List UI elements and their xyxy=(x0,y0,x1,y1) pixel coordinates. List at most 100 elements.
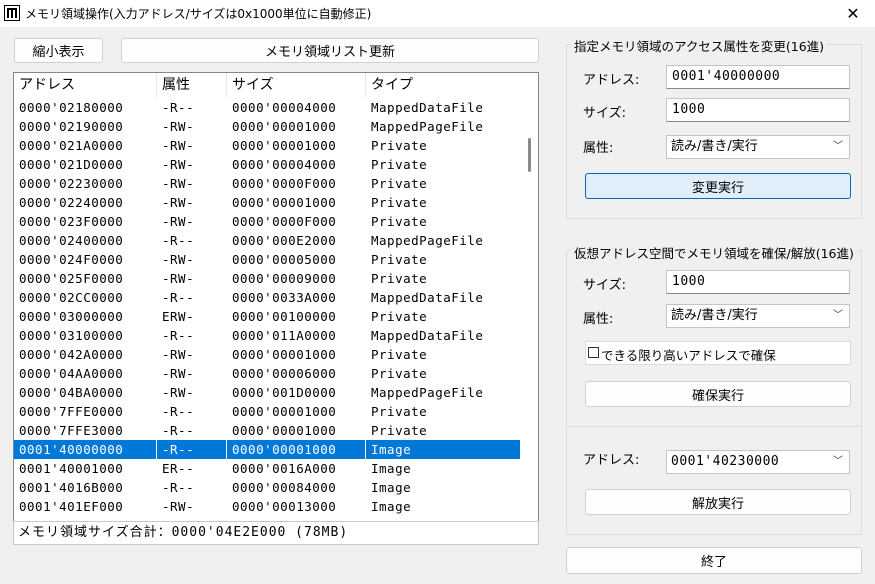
chevron-down-icon: ﹀ xyxy=(833,141,843,152)
memory-region-list[interactable]: アドレス 属性 サイズ タイプ 0000'02180000 -R-- 0000'00… xyxy=(13,72,539,536)
table-row[interactable]: 0000'02CC0000 -R-- 0000'0033A000 MappedData… xyxy=(14,288,520,307)
cell-attribute: -RW- xyxy=(162,214,195,229)
cell-type: Image xyxy=(371,461,412,476)
cell-size: 0000'00001000 xyxy=(232,423,337,438)
high-address-checkbox[interactable] xyxy=(588,347,599,358)
column-header-address[interactable]: アドレス xyxy=(14,73,157,97)
cell-address: 0001'40001000 xyxy=(19,461,124,476)
alloc-execute-button[interactable]: 確保実行 xyxy=(585,381,851,407)
cell-address: 0000'7FFE3000 xyxy=(19,423,124,438)
cell-size: 0000'011A0000 xyxy=(232,328,337,343)
cell-attribute: -RW- xyxy=(162,347,195,362)
cell-size: 0000'00001000 xyxy=(232,404,337,419)
cell-type: Private xyxy=(371,423,428,438)
cell-address: 0000'02400000 xyxy=(19,233,124,248)
cell-type: MappedDataFile xyxy=(371,100,484,115)
column-header-attribute[interactable]: 属性 xyxy=(157,73,227,97)
exit-button[interactable]: 終了 xyxy=(566,547,862,574)
cell-size: 0000'001D0000 xyxy=(232,385,337,400)
cell-address: 0000'02CC0000 xyxy=(19,290,124,305)
protect-execute-button[interactable]: 変更実行 xyxy=(585,173,851,199)
cell-size: 0000'0000F000 xyxy=(232,214,337,229)
cell-type: Image xyxy=(366,440,522,459)
cell-attribute: -RW- xyxy=(162,138,195,153)
cell-size: 0000'00084000 xyxy=(232,480,337,495)
free-address-select[interactable]: 0001'40230000 ﹀ xyxy=(666,450,850,474)
list-header: アドレス 属性 サイズ タイプ xyxy=(14,73,538,97)
title-bar: メモリ領域操作(入力アドレス/サイズは0x1000単位に自動修正) ✕ xyxy=(0,0,875,26)
cell-address: 0000'02180000 xyxy=(19,100,124,115)
cell-type: Private xyxy=(371,195,428,210)
cell-type: Private xyxy=(371,214,428,229)
cell-size: 0000'00005000 xyxy=(232,252,337,267)
table-row[interactable]: 0000'04BA0000 -RW- 0000'001D0000 MappedPage… xyxy=(14,383,520,402)
alloc-size-input[interactable]: 1000 xyxy=(666,270,850,294)
cell-type: MappedPageFile xyxy=(371,385,484,400)
table-row[interactable]: 0001'40000000 -R-- 0000'00001000 Image xyxy=(14,440,522,459)
table-row[interactable]: 0000'023F0000 -RW- 0000'0000F000 Private xyxy=(14,212,520,231)
high-address-option[interactable]: できる限り高いアドレスで確保 xyxy=(585,341,851,365)
cell-type: MappedPageFile xyxy=(371,233,484,248)
table-row[interactable]: 0000'7FFE0000 -R-- 0000'00001000 Private xyxy=(14,402,520,421)
cell-type: Image xyxy=(371,480,412,495)
cell-type: Image xyxy=(371,499,412,514)
cell-attribute: -RW- xyxy=(162,195,195,210)
table-row[interactable]: 0000'021D0000 -RW- 0000'00004000 Private xyxy=(14,155,520,174)
column-header-size[interactable]: サイズ xyxy=(227,73,366,97)
free-execute-button[interactable]: 解放実行 xyxy=(585,489,851,515)
window-title: メモリ領域操作(入力アドレス/サイズは0x1000単位に自動修正) xyxy=(25,7,372,21)
cell-address: 0001'40000000 xyxy=(14,440,157,459)
app-icon xyxy=(4,5,20,21)
table-row[interactable]: 0000'04AA0000 -RW- 0000'00006000 Private xyxy=(14,364,520,383)
protect-address-input[interactable]: 0001'40000000 xyxy=(666,65,850,89)
cell-address: 0001'4016B000 xyxy=(19,480,124,495)
table-row[interactable]: 0000'024F0000 -RW- 0000'00005000 Private xyxy=(14,250,520,269)
table-row[interactable]: 0000'025F0000 -RW- 0000'00009000 Private xyxy=(14,269,520,288)
alloc-attr-label: 属性: xyxy=(583,312,614,327)
cell-attribute: -R-- xyxy=(162,423,195,438)
cell-attribute: -R-- xyxy=(157,440,227,459)
table-row[interactable]: 0000'7FFE3000 -R-- 0000'00001000 Private xyxy=(14,421,520,440)
table-row[interactable]: 0000'02240000 -RW- 0000'00001000 Private xyxy=(14,193,520,212)
cell-size: 0000'0033A000 xyxy=(232,290,337,305)
cell-address: 0001'401EF000 xyxy=(19,499,124,514)
table-row[interactable]: 0000'03100000 -R-- 0000'011A0000 MappedData… xyxy=(14,326,520,345)
cell-attribute: -R-- xyxy=(162,328,195,343)
high-address-label[interactable]: できる限り高いアドレスで確保 xyxy=(601,345,776,364)
cell-size: 0000'00001000 xyxy=(232,347,337,362)
cell-attribute: -R-- xyxy=(162,480,195,495)
cell-attribute: -RW- xyxy=(162,271,195,286)
table-row[interactable]: 0000'02230000 -RW- 0000'0000F000 Private xyxy=(14,174,520,193)
vertical-scroll-thumb[interactable] xyxy=(528,138,531,172)
alloc-attr-select[interactable]: 読み/書き/実行 ﹀ xyxy=(666,304,850,328)
shrink-view-button[interactable]: 縮小表示 xyxy=(14,38,103,63)
table-row[interactable]: 0000'02180000 -R-- 0000'00004000 MappedData… xyxy=(14,98,520,117)
table-row[interactable]: 0000'021A0000 -RW- 0000'00001000 Private xyxy=(14,136,520,155)
protect-address-label: アドレス: xyxy=(583,73,640,88)
cell-attribute: -RW- xyxy=(162,385,195,400)
alloc-divider xyxy=(566,426,862,427)
vertical-scrollbar[interactable] xyxy=(522,98,538,525)
table-row[interactable]: 0000'02400000 -R-- 0000'000E2000 MappedPage… xyxy=(14,231,520,250)
protect-attr-select[interactable]: 読み/書き/実行 ﹀ xyxy=(666,135,850,159)
table-row[interactable]: 0000'02190000 -RW- 0000'00001000 MappedPage… xyxy=(14,117,520,136)
cell-type: Private xyxy=(371,309,428,324)
column-header-type[interactable]: タイプ xyxy=(366,73,522,97)
table-row[interactable]: 0001'401EF000 -RW- 0000'00013000 Image xyxy=(14,497,520,516)
cell-address: 0000'04BA0000 xyxy=(19,385,124,400)
table-row[interactable]: 0001'4016B000 -R-- 0000'00084000 Image xyxy=(14,478,520,497)
cell-size: 0000'00006000 xyxy=(232,366,337,381)
protect-size-label: サイズ: xyxy=(583,106,626,121)
cell-type: Private xyxy=(371,252,428,267)
cell-attribute: -RW- xyxy=(162,366,195,381)
table-row[interactable]: 0000'042A0000 -RW- 0000'00001000 Private xyxy=(14,345,520,364)
alloc-size-label: サイズ: xyxy=(583,278,626,293)
protect-attr-value: 読み/書き/実行 xyxy=(671,139,758,154)
table-row[interactable]: 0001'40001000 ER-- 0000'0016A000 Image xyxy=(14,459,520,478)
close-icon[interactable]: ✕ xyxy=(831,0,875,26)
protect-size-input[interactable]: 1000 xyxy=(666,98,850,122)
cell-attribute: -RW- xyxy=(162,157,195,172)
cell-type: Private xyxy=(371,404,428,419)
table-row[interactable]: 0000'03000000 ERW- 0000'00100000 Private xyxy=(14,307,520,326)
refresh-list-button[interactable]: メモリ領域リスト更新 xyxy=(121,38,539,63)
